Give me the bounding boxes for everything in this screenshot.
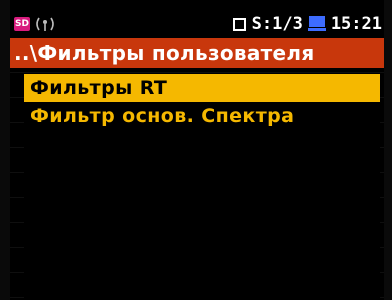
- menu-item-main-spectrum-filter[interactable]: Фильтр основ. Спектра: [24, 102, 380, 130]
- memory-icon: [232, 17, 246, 31]
- measurement-counter: S:1/3: [251, 14, 303, 34]
- screen-bezel-left: [0, 0, 10, 300]
- wireless-icon: [36, 17, 54, 31]
- clock: 15:21: [330, 14, 382, 34]
- sd-card-icon: SD: [14, 17, 30, 31]
- menu-list: Фильтры RT Фильтр основ. Спектра: [24, 74, 380, 300]
- menu-item-rt-filters[interactable]: Фильтры RT: [24, 74, 380, 102]
- screen-bezel-right: [384, 0, 392, 300]
- status-bar: SD S:1/3 15:21: [10, 12, 384, 36]
- breadcrumb: ..\Фильтры пользователя: [10, 38, 384, 68]
- menu-item-label: Фильтры RT: [30, 77, 168, 99]
- menu-item-label: Фильтр основ. Спектра: [30, 105, 295, 127]
- pc-connection-icon: [307, 16, 326, 32]
- status-right: S:1/3 15:21: [232, 12, 382, 36]
- device-screen: SD S:1/3 15:21 ..\Фильтры пользователя Ф…: [0, 0, 392, 300]
